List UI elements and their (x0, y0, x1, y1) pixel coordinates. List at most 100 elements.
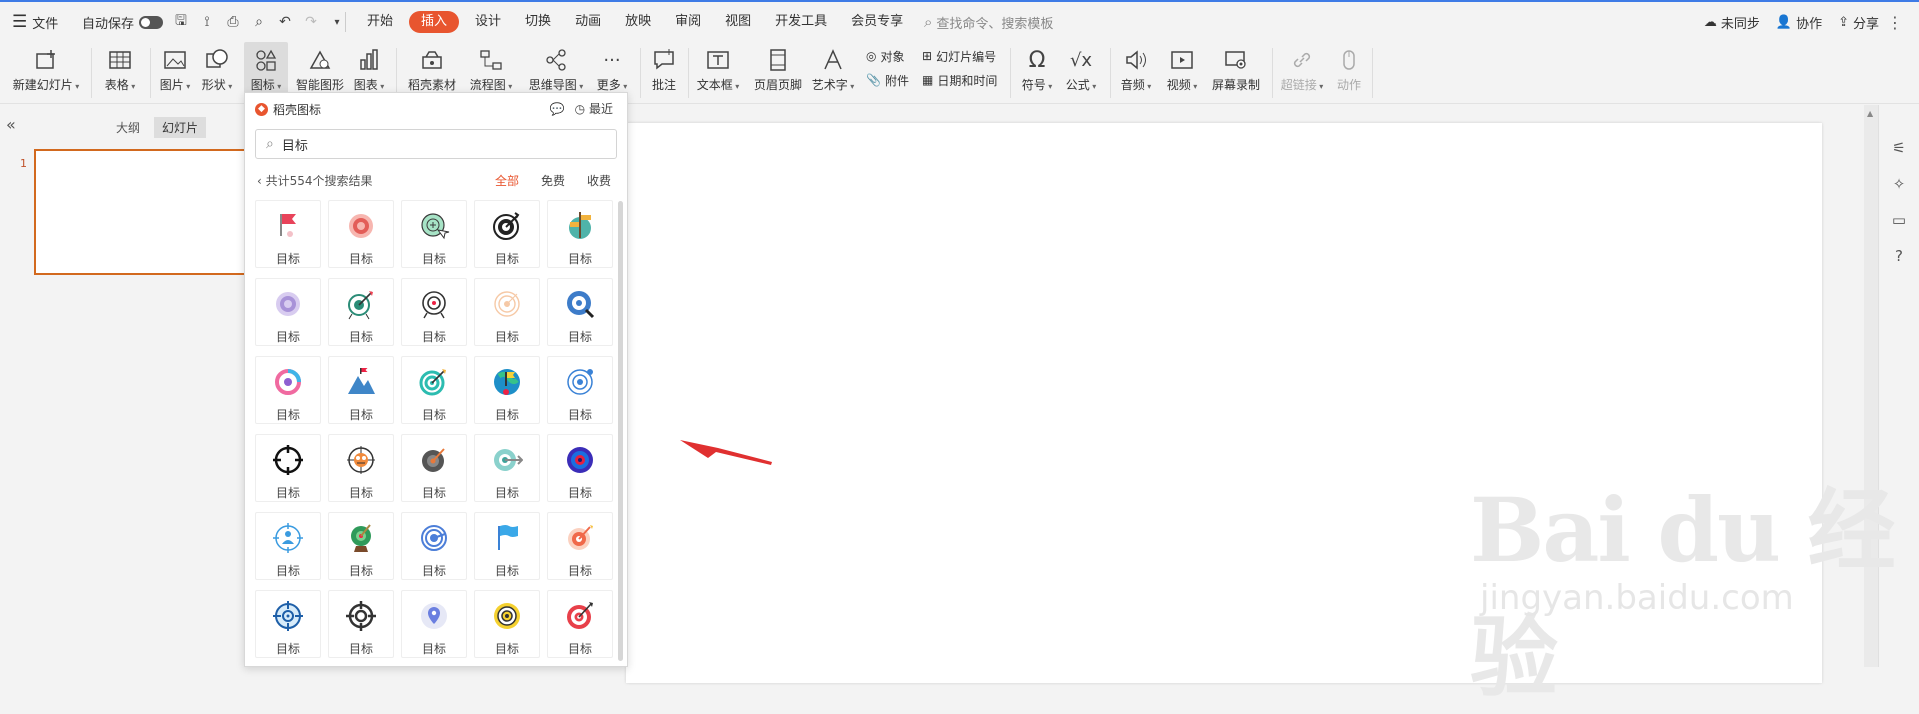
globe-flag-icon (491, 357, 523, 402)
blue-ring-target-icon (564, 357, 596, 402)
icon-result-item[interactable]: 目标 (474, 200, 540, 268)
icon-result-label: 目标 (567, 252, 592, 266)
icon-result-label: 目标 (275, 330, 300, 344)
icon-result-item[interactable]: 目标 (401, 278, 467, 346)
icon-result-item[interactable]: 目标 (328, 200, 394, 268)
recent-button[interactable]: ◷ 最近 (575, 100, 613, 117)
filter-all[interactable]: 全部 (495, 172, 519, 189)
icon-result-item[interactable]: 目标 (328, 512, 394, 580)
panel-header-actions: 💬 ◷ 最近 (550, 100, 613, 117)
green-target-cursor-icon (418, 201, 450, 246)
icon-result-item[interactable]: 目标 (255, 356, 321, 424)
icon-result-label: 目标 (494, 486, 519, 500)
icon-result-label: 目标 (567, 642, 592, 656)
blue-flag-icon (491, 513, 523, 558)
icon-result-label: 目标 (494, 252, 519, 266)
teal-arrow-target-icon (491, 435, 524, 480)
back-to-results[interactable]: ‹ 共计554个搜索结果 (257, 172, 373, 189)
icon-result-label: 目标 (421, 252, 446, 266)
icon-result-item[interactable]: 目标 (328, 434, 394, 502)
dark-crosshair-icon (345, 591, 377, 636)
icon-result-label: 目标 (275, 252, 300, 266)
icon-result-item[interactable]: 目标 (474, 356, 540, 424)
icon-result-label: 目标 (421, 564, 446, 578)
icon-result-item[interactable]: 目标 (401, 590, 467, 658)
filter-free[interactable]: 免费 (541, 172, 565, 189)
blue-magnifier-target-icon (564, 279, 596, 324)
icon-result-label: 目标 (421, 330, 446, 344)
crosshair-icon (272, 435, 304, 480)
icon-result-item[interactable]: 目标 (401, 356, 467, 424)
icon-result-item[interactable]: 目标 (547, 356, 613, 424)
icon-search-input[interactable]: ⌕ 目标 (255, 129, 617, 159)
icon-result-label: 目标 (494, 642, 519, 656)
colorful-ring-icon (272, 357, 304, 402)
icon-result-item[interactable]: 目标 (547, 278, 613, 346)
search-value: 目标 (281, 138, 308, 154)
navy-red-target-icon (564, 435, 596, 480)
icon-result-item[interactable]: 目标 (474, 434, 540, 502)
outline-target-icon (418, 279, 450, 324)
orange-dart-target-icon (564, 513, 596, 558)
icon-result-item[interactable]: 目标 (474, 512, 540, 580)
panel-title: 稻壳图标 (273, 103, 322, 117)
icon-result-label: 目标 (567, 564, 592, 578)
black-dart-target-icon (491, 201, 523, 246)
icon-result-item[interactable]: 目标 (474, 590, 540, 658)
icon-result-item[interactable]: 目标 (401, 512, 467, 580)
icon-result-label: 目标 (494, 564, 519, 578)
icon-result-label: 目标 (275, 486, 300, 500)
icon-result-item[interactable]: 目标 (547, 200, 613, 268)
icon-result-item[interactable]: 目标 (547, 512, 613, 580)
icon-result-label: 目标 (275, 564, 300, 578)
icon-result-label: 目标 (567, 486, 592, 500)
yellow-target-icon (491, 591, 523, 636)
icon-result-label: 目标 (348, 486, 373, 500)
daoke-logo-icon: ◆ (255, 103, 268, 116)
icon-result-label: 目标 (494, 330, 519, 344)
chevron-left-icon: ‹ (257, 174, 262, 188)
icon-result-item[interactable]: 目标 (255, 434, 321, 502)
icon-result-item[interactable]: 目标 (401, 434, 467, 502)
icon-result-item[interactable]: 目标 (474, 278, 540, 346)
icon-result-label: 目标 (421, 408, 446, 422)
clock-icon: ◷ (574, 102, 586, 116)
location-pin-icon (418, 591, 450, 636)
person-target-icon (272, 513, 304, 558)
icon-result-item[interactable]: 目标 (401, 200, 467, 268)
icon-result-item[interactable]: 目标 (328, 278, 394, 346)
icon-result-label: 目标 (348, 330, 373, 344)
icon-result-label: 目标 (275, 642, 300, 656)
icon-result-item[interactable]: 目标 (547, 590, 613, 658)
icon-result-label: 目标 (494, 408, 519, 422)
icon-result-label: 目标 (348, 642, 373, 656)
red-flag-icon (272, 201, 304, 246)
feedback-icon[interactable]: 💬 (550, 102, 565, 116)
panel-header: ◆ 稻壳图标 (255, 101, 321, 118)
icon-result-item[interactable]: 目标 (255, 590, 321, 658)
blue-spiral-target-icon (418, 513, 450, 558)
result-count: 共计554个搜索结果 (265, 174, 373, 188)
red-arrow-target-icon (564, 591, 596, 636)
icon-result-label: 目标 (567, 330, 592, 344)
gray-dart-target-icon (418, 435, 450, 480)
purple-target-icon (272, 279, 304, 324)
icon-grid: 目标 目标 目标 目标 目标 目标 目标 目标 目标 目标 目标 目标 目标 目标 目标 目标 目标 目标 目标 目标… (255, 200, 615, 658)
filter-paid[interactable]: 收费 (587, 172, 611, 189)
icon-result-item[interactable]: 目标 (255, 278, 321, 346)
green-dart-target-icon (345, 279, 377, 324)
green-trophy-target-icon (345, 513, 377, 558)
search-icon: ⌕ (266, 136, 274, 152)
icon-result-item[interactable]: 目标 (328, 590, 394, 658)
icon-result-item[interactable]: 目标 (547, 434, 613, 502)
teal-dart-target-icon (418, 357, 450, 402)
icon-result-item[interactable]: 目标 (255, 512, 321, 580)
panel-scrollbar[interactable] (618, 201, 623, 661)
icon-picker-panel: ◆ 稻壳图标 💬 ◷ 最近 ⌕ 目标 ‹ 共计554个搜索结果 全部 免费 收费… (244, 92, 628, 667)
peach-target-icon (491, 279, 523, 324)
icon-result-label: 目标 (567, 408, 592, 422)
icon-result-item[interactable]: 目标 (328, 356, 394, 424)
icon-result-item[interactable]: 目标 (255, 200, 321, 268)
red-target-icon (345, 201, 377, 246)
bird-target-icon (345, 435, 377, 480)
